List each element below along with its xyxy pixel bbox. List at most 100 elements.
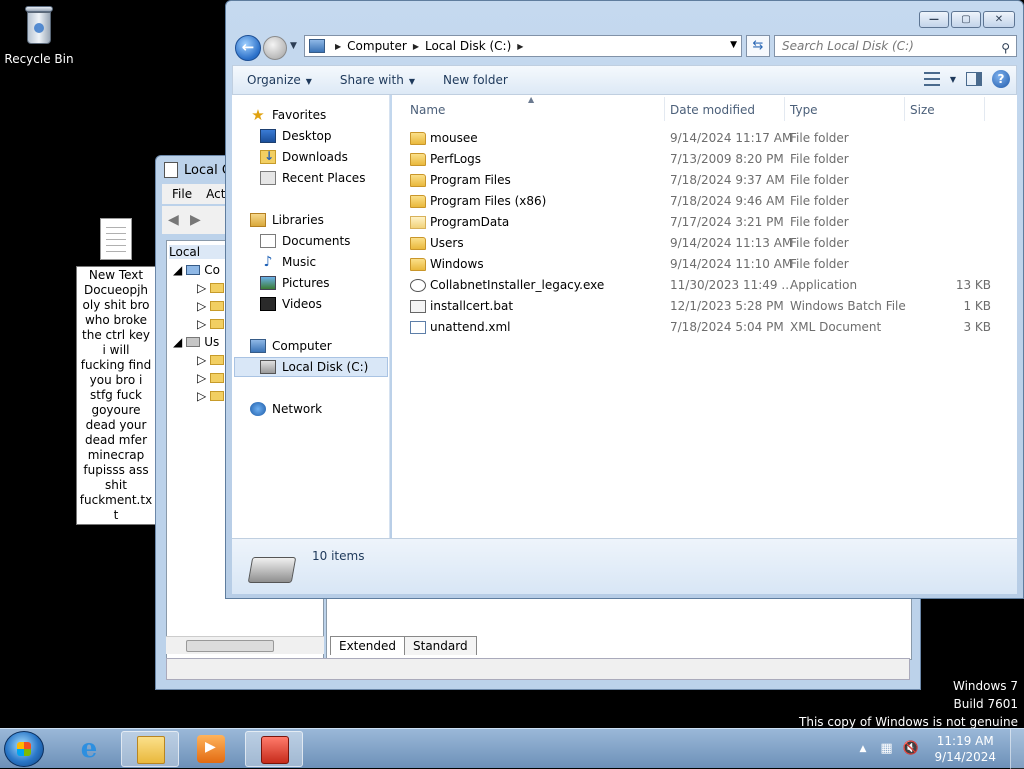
organize-button[interactable]: Organize ▼ — [233, 73, 326, 87]
forward-arrow-icon[interactable]: ▶ — [190, 213, 206, 227]
taskbar-file-explorer[interactable] — [121, 731, 179, 767]
clock[interactable]: 11:19 AM 9/14/2024 — [934, 733, 996, 765]
close-button[interactable]: ✕ — [983, 11, 1015, 28]
file-row[interactable]: unattend.xml 7/18/2024 5:04 PM XML Documen… — [392, 317, 1017, 338]
nav-libraries[interactable]: Libraries — [250, 213, 324, 227]
maximize-button[interactable]: ▢ — [951, 11, 981, 28]
back-arrow-icon[interactable]: ◀ — [168, 213, 184, 227]
network-icon[interactable]: ▦ — [878, 741, 894, 757]
show-desktop-button[interactable] — [1010, 729, 1024, 769]
taskbar-toolbox-app[interactable] — [245, 731, 303, 767]
downloads-icon — [260, 149, 276, 164]
nav-pictures[interactable]: Pictures — [260, 276, 330, 290]
star-icon: ★ — [251, 106, 265, 124]
file-row[interactable]: CollabnetInstaller_legacy.exe 11/30/2023 … — [392, 275, 1017, 296]
show-hidden-icons-icon[interactable]: ▲ — [860, 744, 867, 754]
document-icon — [164, 162, 178, 178]
navigation-pane: ★Favorites Desktop Downloads Recent Plac… — [232, 95, 390, 538]
nav-documents[interactable]: Documents — [260, 234, 350, 248]
nav-network[interactable]: Network — [250, 402, 322, 416]
command-bar: Organize ▼ Share with ▼ New folder ▼ ? — [232, 65, 1017, 95]
column-date-modified[interactable]: Date modified — [670, 103, 755, 117]
share-with-button[interactable]: Share with ▼ — [326, 73, 429, 87]
file-row[interactable]: ProgramData 7/17/2024 3:21 PM File folder — [392, 212, 1017, 233]
breadcrumb-separator-icon[interactable]: ▶ — [413, 42, 419, 51]
file-row[interactable]: Windows 9/14/2024 11:10 AM File folder — [392, 254, 1017, 275]
computer-icon — [309, 39, 325, 53]
minimize-button[interactable]: — — [919, 11, 949, 28]
search-icon: ⚲ — [1001, 41, 1010, 55]
breadcrumb-computer[interactable]: Computer — [347, 39, 407, 53]
nav-downloads[interactable]: Downloads — [260, 149, 348, 164]
pictures-icon — [260, 276, 276, 290]
nav-videos[interactable]: Videos — [260, 297, 322, 311]
text-file-rename-field[interactable]: New Text Docueopjh oly shit bro who brok… — [76, 266, 156, 525]
tree-horizontal-scrollbar[interactable] — [166, 636, 324, 654]
tab-standard[interactable]: Standard — [404, 636, 477, 655]
menu-file[interactable]: File — [172, 187, 192, 201]
refresh-button[interactable]: ⇆ — [746, 35, 770, 57]
folder-icon — [410, 174, 426, 187]
tree-item-computer[interactable]: ◢ Co — [173, 263, 220, 277]
nav-music[interactable]: ♪ Music — [260, 254, 317, 270]
file-row[interactable]: Users 9/14/2024 11:13 AM File folder — [392, 233, 1017, 254]
tree-subfolder[interactable]: ▷ — [197, 353, 225, 367]
column-type[interactable]: Type — [790, 103, 818, 117]
view-dropdown-icon[interactable]: ▼ — [950, 75, 956, 84]
address-bar[interactable]: ▶ Computer ▶ Local Disk (C:) ▶ ▼ — [304, 35, 742, 57]
recent-places-icon — [260, 171, 276, 185]
back-button[interactable] — [235, 35, 261, 61]
column-size[interactable]: Size — [910, 103, 935, 117]
menu-action[interactable]: Act — [206, 187, 225, 201]
recycle-bin-label: Recycle Bin — [4, 52, 74, 66]
column-headers: ▲ Name Date modified Type Size — [392, 95, 1017, 123]
nav-computer[interactable]: Computer — [250, 339, 332, 353]
tab-extended[interactable]: Extended — [330, 636, 405, 655]
navigation-row: ▼ ▶ Computer ▶ Local Disk (C:) ▶ ▼ ⇆ Sea… — [232, 33, 1017, 61]
file-row[interactable]: PerfLogs 7/13/2009 8:20 PM File folder — [392, 149, 1017, 170]
videos-icon — [260, 297, 276, 311]
search-input[interactable]: Search Local Disk (C:) ⚲ — [774, 35, 1017, 57]
change-view-icon[interactable] — [923, 72, 940, 86]
start-button[interactable] — [4, 731, 44, 767]
breadcrumb-separator-icon[interactable]: ▶ — [335, 42, 341, 51]
tree-subfolder[interactable]: ▷ — [197, 389, 225, 403]
xml-icon — [410, 321, 426, 334]
explorer-window[interactable]: — ▢ ✕ ▼ ▶ Computer ▶ Local Disk (C:) ▶ ▼… — [225, 0, 1024, 599]
text-file-desktop-item[interactable]: New Text Docueopjh oly shit bro who brok… — [76, 218, 156, 525]
tree-subfolder[interactable]: ▷ — [197, 299, 225, 313]
address-dropdown-icon[interactable]: ▼ — [730, 40, 737, 50]
file-row[interactable]: Program Files (x86) 7/18/2024 9:46 AM File… — [392, 191, 1017, 212]
windows-watermark: Windows 7 Build 7601 This copy of Window… — [799, 679, 1018, 729]
music-icon: ♪ — [263, 254, 273, 270]
taskbar-internet-explorer[interactable]: e — [60, 731, 118, 767]
folder-open-icon — [410, 216, 426, 229]
nav-recent-places[interactable]: Recent Places — [260, 171, 365, 185]
folder-icon — [410, 258, 426, 271]
network-icon — [250, 402, 266, 416]
file-row[interactable]: Program Files 7/18/2024 9:37 AM File folde… — [392, 170, 1017, 191]
recycle-bin[interactable]: Recycle Bin — [4, 6, 74, 66]
breadcrumb-separator-icon[interactable]: ▶ — [517, 42, 523, 51]
recent-pages-dropdown-icon[interactable]: ▼ — [290, 41, 297, 51]
volume-muted-icon[interactable]: 🔇 — [902, 741, 918, 757]
help-icon[interactable]: ? — [992, 70, 1010, 88]
details-pane: 10 items — [232, 538, 1017, 594]
tree-root[interactable]: Local — [169, 245, 229, 259]
forward-button[interactable] — [263, 36, 287, 60]
tree-item-user[interactable]: ◢ Us — [173, 335, 219, 349]
breadcrumb-local-disk[interactable]: Local Disk (C:) — [425, 39, 511, 53]
nav-favorites[interactable]: ★ Favorites — [250, 106, 326, 124]
file-row[interactable]: mousee 9/14/2024 11:17 AM File folder — [392, 128, 1017, 149]
tree-subfolder[interactable]: ▷ — [197, 317, 225, 331]
column-name[interactable]: Name — [410, 103, 445, 117]
new-folder-button[interactable]: New folder — [429, 73, 522, 87]
preview-pane-icon[interactable] — [966, 72, 982, 86]
tree-subfolder[interactable]: ▷ — [197, 281, 225, 295]
nav-desktop[interactable]: Desktop — [260, 129, 332, 143]
tree-subfolder[interactable]: ▷ — [197, 371, 225, 385]
nav-local-disk[interactable]: Local Disk (C:) — [234, 357, 388, 377]
file-row[interactable]: installcert.bat 12/1/2023 5:28 PM Windows … — [392, 296, 1017, 317]
text-file-icon — [100, 218, 132, 260]
taskbar-media-player[interactable] — [182, 731, 240, 767]
